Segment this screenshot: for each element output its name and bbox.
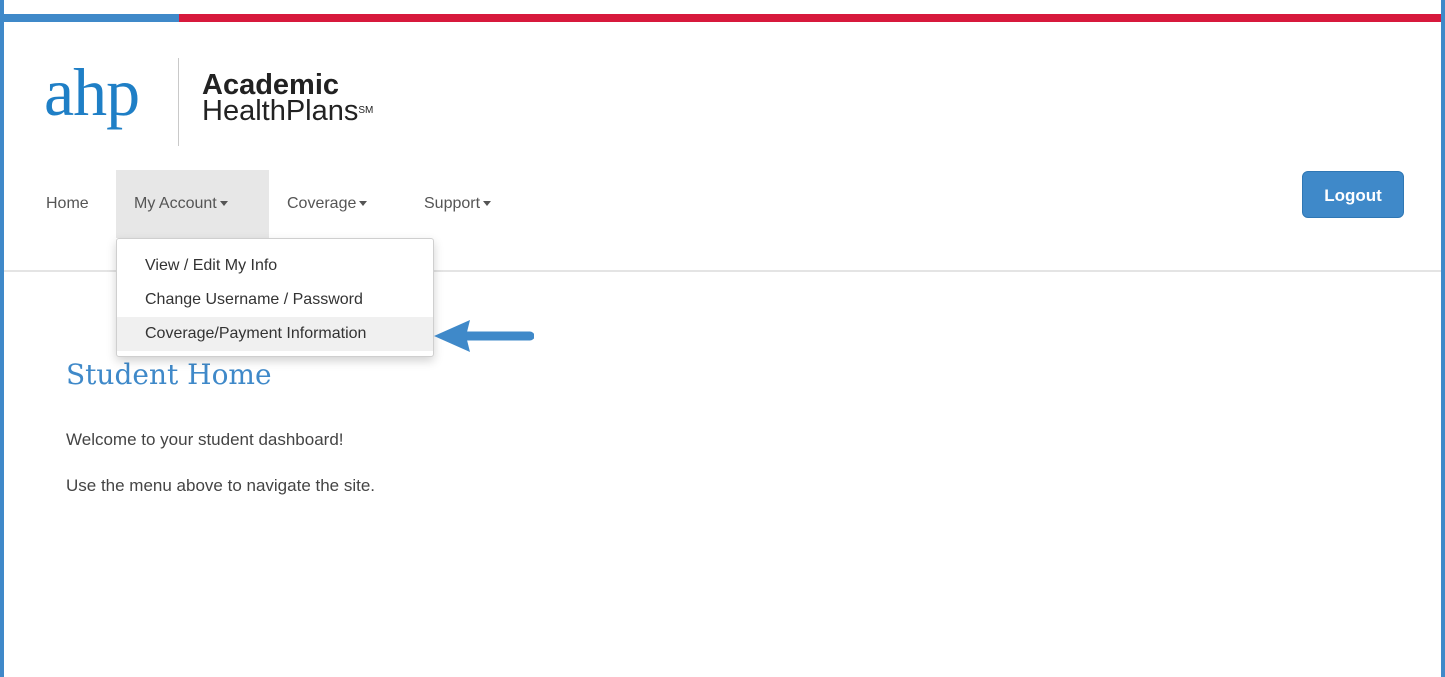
arrow-left-icon bbox=[434, 320, 534, 352]
logo-line2-text: HealthPlans bbox=[202, 95, 359, 127]
brand-color-bar bbox=[4, 14, 1441, 22]
caret-down-icon bbox=[359, 201, 368, 207]
nav-support[interactable]: Support bbox=[406, 170, 526, 238]
welcome-text: Welcome to your student dashboard! bbox=[66, 430, 344, 449]
logo-wordmark: Academic HealthPlansSM bbox=[202, 71, 374, 127]
logo-line2: HealthPlansSM bbox=[202, 95, 374, 127]
logo-divider bbox=[178, 58, 179, 146]
nav-home[interactable]: Home bbox=[28, 170, 116, 238]
nav-support-label: Support bbox=[424, 195, 481, 212]
brand-bar-red bbox=[179, 14, 1441, 22]
logo-service-mark: SM bbox=[358, 105, 374, 116]
nav-my-account-label: My Account bbox=[134, 195, 217, 212]
menu-item-coverage-payment[interactable]: Coverage/Payment Information bbox=[117, 317, 433, 351]
page-title: Student Home bbox=[66, 358, 272, 391]
menu-item-view-edit-info[interactable]: View / Edit My Info bbox=[117, 249, 433, 283]
nav-my-account[interactable]: My Account bbox=[116, 170, 269, 238]
nav-coverage[interactable]: Coverage bbox=[269, 170, 403, 238]
caret-down-icon bbox=[219, 201, 228, 207]
caret-down-icon bbox=[483, 201, 492, 207]
logout-button[interactable]: Logout bbox=[1302, 171, 1404, 218]
menu-item-change-credentials[interactable]: Change Username / Password bbox=[117, 283, 433, 317]
nav-coverage-label: Coverage bbox=[287, 195, 357, 212]
logo-mark: ahp bbox=[44, 54, 140, 130]
my-account-dropdown: View / Edit My Info Change Username / Pa… bbox=[116, 238, 434, 357]
instructions-text: Use the menu above to navigate the site. bbox=[66, 476, 376, 495]
nav-home-label: Home bbox=[46, 195, 89, 212]
brand-bar-blue bbox=[4, 14, 179, 22]
